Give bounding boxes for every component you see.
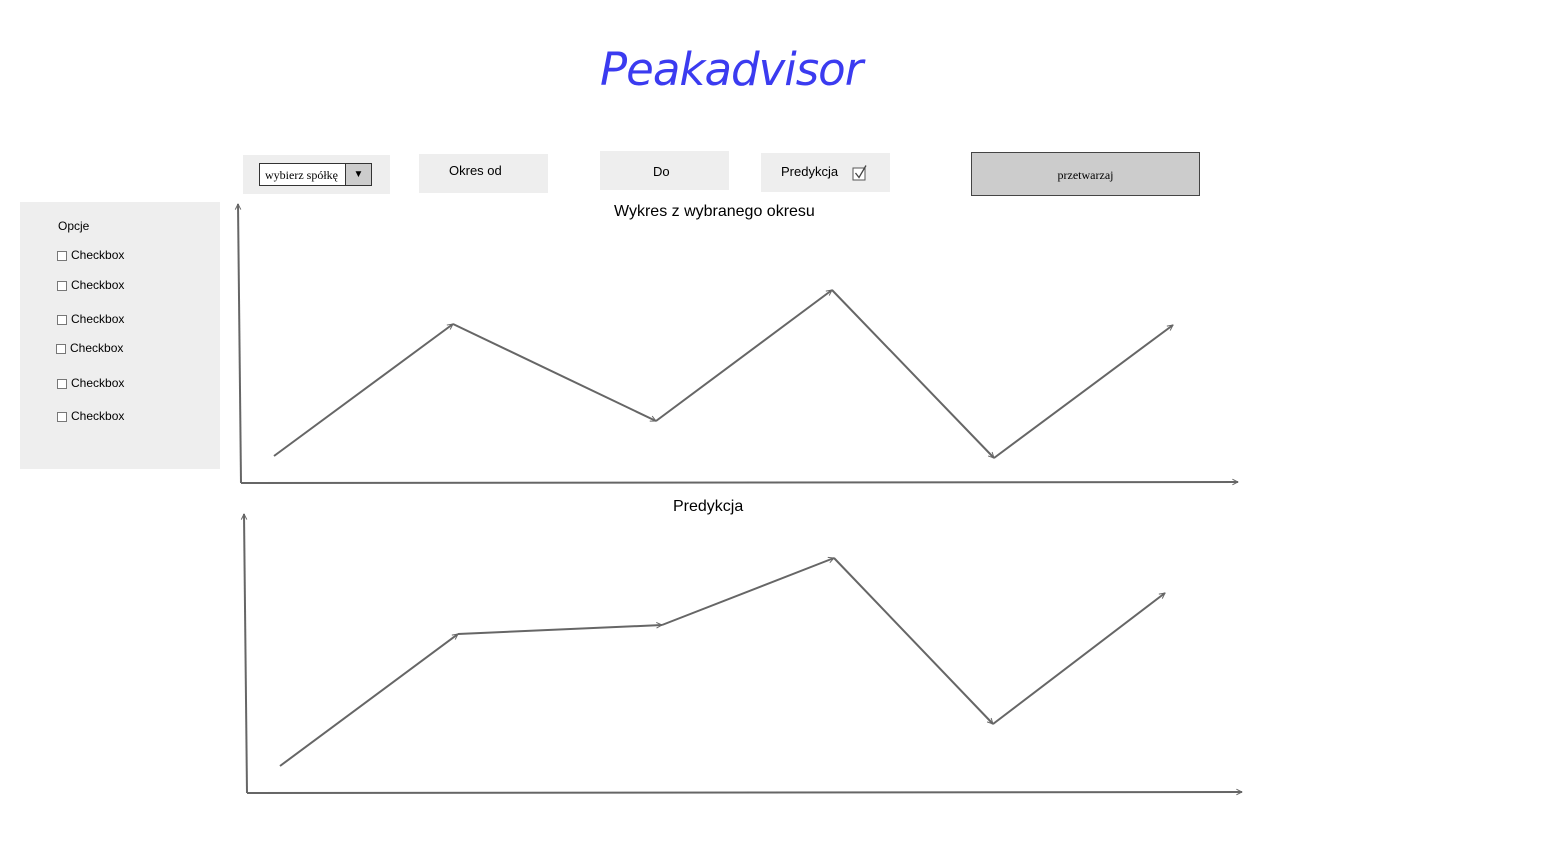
trend-segment bbox=[273, 323, 453, 457]
trend-segment bbox=[831, 289, 994, 458]
y-axis bbox=[244, 514, 248, 794]
charts-canvas bbox=[0, 0, 1558, 856]
trend-segment bbox=[452, 323, 656, 422]
trend-segment bbox=[993, 324, 1173, 459]
trend-segment bbox=[457, 625, 662, 635]
period-chart bbox=[238, 204, 1238, 483]
trend-segment bbox=[833, 557, 993, 724]
x-axis bbox=[246, 792, 1242, 793]
trend-segment bbox=[992, 592, 1165, 725]
trend-segment bbox=[661, 558, 834, 626]
x-axis bbox=[240, 482, 1238, 483]
trend-segment bbox=[655, 289, 832, 422]
trend-segment bbox=[279, 633, 458, 767]
y-axis bbox=[238, 204, 242, 484]
prediction-chart bbox=[244, 514, 1242, 793]
